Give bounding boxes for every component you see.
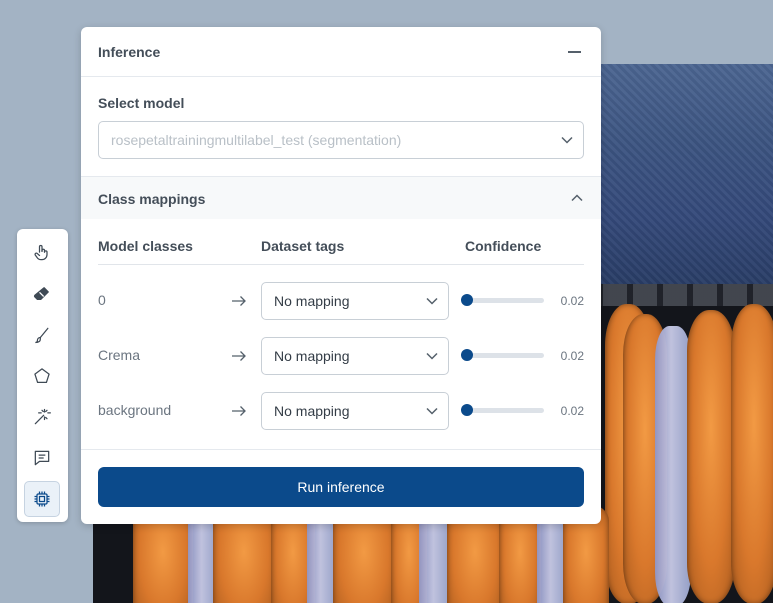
- pan-tool-button[interactable]: [24, 235, 60, 271]
- slider-thumb[interactable]: [460, 294, 473, 306]
- slider-track: [463, 408, 544, 413]
- dataset-tag-select[interactable]: No mapping: [261, 392, 449, 430]
- select-model-label: Select model: [98, 95, 185, 111]
- model-class-label: 0: [98, 292, 106, 308]
- column-divider: [98, 264, 584, 265]
- dataset-tag-value: No mapping: [274, 293, 350, 309]
- brush-icon: [35, 327, 49, 344]
- tool-sidebar: [17, 229, 68, 522]
- dataset-tag-value: No mapping: [274, 403, 350, 419]
- chevron-down-icon: [561, 136, 573, 144]
- dataset-tag-value: No mapping: [274, 348, 350, 364]
- cpu-chip-icon: [34, 491, 50, 507]
- confidence-value: 0.02: [560, 404, 584, 418]
- model-classes-header: Model classes: [98, 238, 193, 254]
- slider-track: [463, 298, 544, 303]
- cookie: [731, 304, 773, 603]
- hand-pointer-icon: [34, 244, 48, 261]
- class-mappings-title: Class mappings: [98, 191, 206, 207]
- chevron-up-icon: [571, 194, 583, 202]
- inference-tool-button[interactable]: [24, 481, 60, 517]
- slider-thumb[interactable]: [460, 349, 473, 361]
- class-mappings-header[interactable]: Class mappings: [81, 176, 601, 219]
- dataset-tag-select[interactable]: No mapping: [261, 282, 449, 320]
- eraser-icon: [33, 287, 49, 301]
- model-class-label: Crema: [98, 347, 141, 363]
- confidence-value: 0.02: [560, 349, 584, 363]
- run-inference-button[interactable]: Run inference: [98, 467, 584, 507]
- polygon-tool-button[interactable]: [24, 358, 60, 394]
- panel-divider: [81, 449, 601, 450]
- confidence-value: 0.02: [560, 294, 584, 308]
- confidence-header: Confidence: [465, 238, 542, 254]
- model-class-label: background: [98, 402, 172, 418]
- dataset-tags-header: Dataset tags: [261, 238, 345, 254]
- cream-filling: [655, 326, 691, 603]
- magic-wand-tool-button[interactable]: [24, 399, 60, 435]
- cookie: [687, 310, 735, 603]
- eraser-tool-button[interactable]: [24, 276, 60, 312]
- polygon-icon: [34, 368, 50, 384]
- comment-tool-button[interactable]: [24, 440, 60, 476]
- chevron-down-icon: [426, 352, 438, 360]
- slider-track: [463, 353, 544, 358]
- confidence-slider[interactable]: [460, 348, 544, 362]
- model-select[interactable]: rosepetaltrainingmultilabel_test (segmen…: [98, 121, 584, 159]
- dataset-tag-select[interactable]: No mapping: [261, 337, 449, 375]
- brush-tool-button[interactable]: [24, 317, 60, 353]
- arrow-right-icon: [232, 406, 246, 416]
- inference-panel: Inference Select model rosepetaltraining…: [81, 27, 601, 524]
- minus-icon: [567, 51, 581, 53]
- confidence-slider[interactable]: [460, 403, 544, 417]
- model-select-value: rosepetaltrainingmultilabel_test (segmen…: [111, 132, 402, 148]
- panel-title: Inference: [98, 44, 161, 60]
- magic-wand-icon: [34, 408, 51, 425]
- arrow-right-icon: [232, 296, 246, 306]
- chevron-down-icon: [426, 407, 438, 415]
- chevron-down-icon: [426, 297, 438, 305]
- minimize-button[interactable]: [565, 43, 583, 61]
- confidence-slider[interactable]: [460, 293, 544, 307]
- arrow-right-icon: [232, 351, 246, 361]
- panel-header: Inference: [81, 27, 601, 77]
- comment-icon: [34, 450, 50, 466]
- slider-thumb[interactable]: [460, 404, 473, 416]
